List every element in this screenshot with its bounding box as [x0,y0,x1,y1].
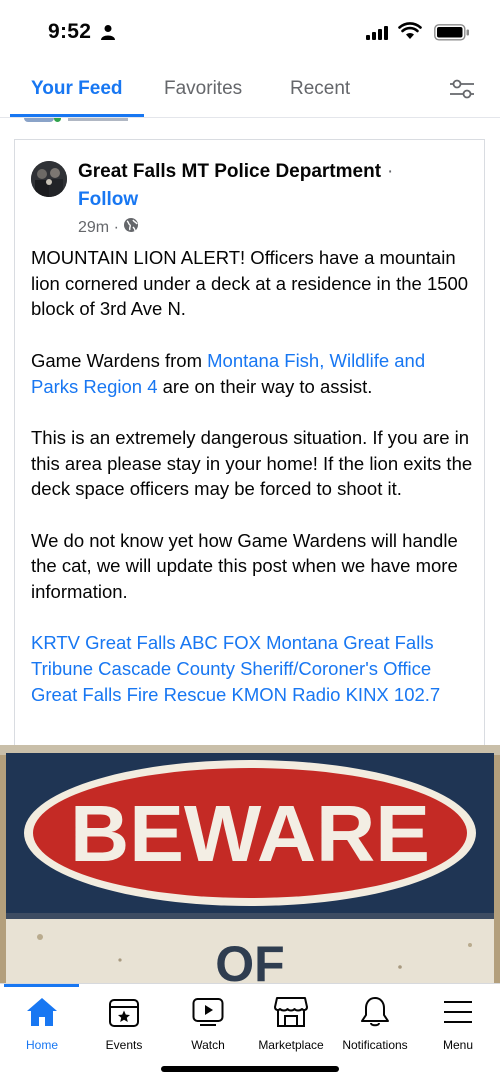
status-time: 9:52 [48,20,92,43]
post-paragraph: Game Wardens from Montana Fish, Wildlife… [31,349,426,397]
battery-icon [434,24,470,46]
sign-word-of: OF [215,936,284,983]
nav-watch[interactable]: Watch [166,994,250,1052]
cellular-signal-icon [366,26,390,45]
previous-post-edge [24,118,144,124]
bell-icon [333,994,417,1030]
nav-label: Watch [191,1038,225,1052]
nav-label: Marketplace [258,1038,324,1052]
post-meta: 29m · [78,217,139,238]
active-tab-indicator [10,114,144,117]
shop-icon [249,994,333,1030]
post-time[interactable]: 29m · [78,219,119,237]
page-avatar[interactable] [31,161,67,197]
nav-label: Notifications [342,1038,408,1052]
nav-marketplace[interactable]: Marketplace [249,994,333,1052]
tab-recent[interactable]: Recent [290,78,350,100]
nav-notifications[interactable]: Notifications [333,994,417,1052]
post-paragraph: We do not know yet how Game Wardens will… [31,529,458,603]
globe-icon [123,217,139,238]
tab-favorites[interactable]: Favorites [164,78,242,100]
tab-your-feed[interactable]: Your Feed [31,78,123,100]
post-image[interactable]: BEWARE OF [0,745,500,983]
hamburger-icon [416,994,500,1030]
nav-menu[interactable]: Menu [416,994,500,1052]
nav-label: Home [25,1038,58,1052]
author-separator: · [387,161,394,182]
nav-home[interactable]: Home [0,994,84,1052]
post-paragraph: MOUNTAIN LION ALERT! Officers have a mou… [31,247,469,320]
post-body: MOUNTAIN LION ALERT! Officers have a mou… [31,245,476,708]
feed-tabs: Your Feed Favorites Recent [0,62,500,118]
post-tags[interactable]: KRTV Great Falls ABC FOX Montana Great F… [31,630,476,707]
post-author-name[interactable]: Great Falls MT Police Department [78,161,381,183]
calendar-star-icon [82,994,166,1030]
follow-button[interactable]: Follow [78,189,138,211]
nav-label: Menu [442,1038,474,1052]
active-nav-indicator [4,984,79,987]
nav-events[interactable]: Events [82,994,166,1052]
post-paragraph: This is an extremely dangerous situation… [31,426,473,500]
sign-word-beware: BEWARE [70,789,430,878]
home-indicator[interactable] [161,1066,339,1072]
status-bar: 9:52 [0,0,500,62]
nav-label: Events [105,1038,143,1052]
play-video-icon [166,994,250,1030]
wifi-icon [398,22,422,45]
home-icon [0,994,84,1030]
person-icon [100,24,116,45]
filter-settings-icon[interactable] [448,76,476,102]
post-card: Great Falls MT Police Department · Follo… [14,139,485,750]
